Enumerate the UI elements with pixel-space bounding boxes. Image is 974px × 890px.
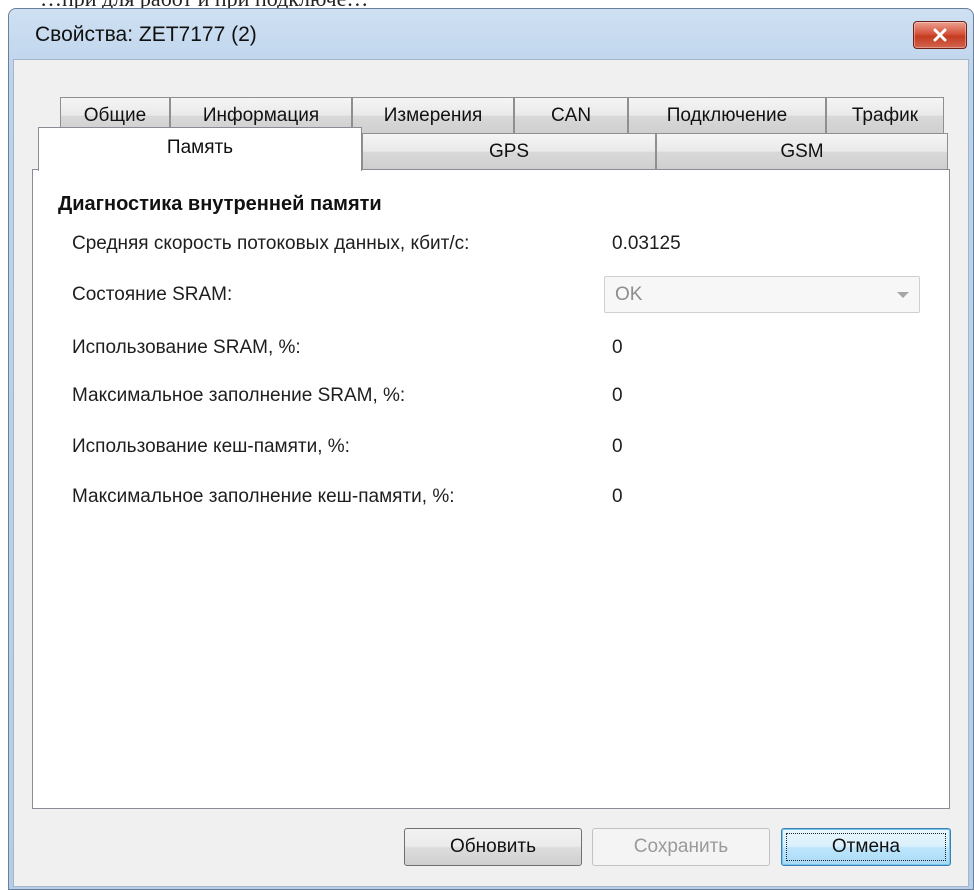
save-button[interactable]: Сохранить xyxy=(592,828,770,866)
cache-max-fill-value: 0 xyxy=(612,486,623,507)
tab-label: Измерения xyxy=(383,104,483,126)
sram-usage-label: Использование SRAM, %: xyxy=(72,337,301,358)
sram-usage-value: 0 xyxy=(612,337,623,358)
sram-state-label: Состояние SRAM: xyxy=(72,284,233,305)
tab-gps[interactable]: GPS xyxy=(362,133,656,169)
tab-label: GPS xyxy=(488,140,530,162)
window-title: Свойства: ZET7177 (2) xyxy=(35,23,257,46)
tab-label: Трафик xyxy=(851,104,919,126)
tab-memory[interactable]: Память xyxy=(38,127,362,171)
refresh-button-label: Обновить xyxy=(449,836,537,857)
chevron-down-icon xyxy=(897,292,909,298)
cache-usage-label: Использование кеш-памяти, %: xyxy=(72,436,350,457)
tab-measurements[interactable]: Измерения xyxy=(352,97,514,133)
title-bar[interactable]: Свойства: ZET7177 (2) xyxy=(9,9,973,59)
close-x-icon xyxy=(933,28,947,42)
tab-can[interactable]: CAN xyxy=(514,97,628,133)
tab-connection[interactable]: Подключение xyxy=(628,97,826,133)
cache-max-fill-label: Максимальное заполнение кеш-памяти, %: xyxy=(72,486,455,507)
sram-state-select[interactable]: OK xyxy=(604,276,920,313)
cache-usage-value: 0 xyxy=(612,436,623,457)
tab-label: Общие xyxy=(83,104,147,126)
cancel-button-label: Отмена xyxy=(831,836,901,857)
sram-state-value: OK xyxy=(615,284,643,305)
memory-diagnostics-heading: Диагностика внутренней памяти xyxy=(58,193,382,215)
tab-label: GSM xyxy=(780,140,824,162)
tab-label: Подключение xyxy=(666,104,788,126)
tab-label: Память xyxy=(166,137,234,158)
tab-gsm[interactable]: GSM xyxy=(656,133,948,169)
sram-max-fill-value: 0 xyxy=(612,385,623,406)
tab-label: Информация xyxy=(202,104,320,126)
save-button-label: Сохранить xyxy=(633,836,729,857)
tab-traffic[interactable]: Трафик xyxy=(826,97,944,133)
stream-speed-label: Средняя скорость потоковых данных, кбит/… xyxy=(72,233,470,254)
sram-max-fill-label: Максимальное заполнение SRAM, %: xyxy=(72,385,406,406)
stream-speed-value: 0.03125 xyxy=(612,233,681,254)
cancel-button[interactable]: Отмена xyxy=(781,828,951,866)
close-button[interactable] xyxy=(913,21,967,49)
tab-label: CAN xyxy=(550,104,592,126)
refresh-button[interactable]: Обновить xyxy=(404,828,582,866)
